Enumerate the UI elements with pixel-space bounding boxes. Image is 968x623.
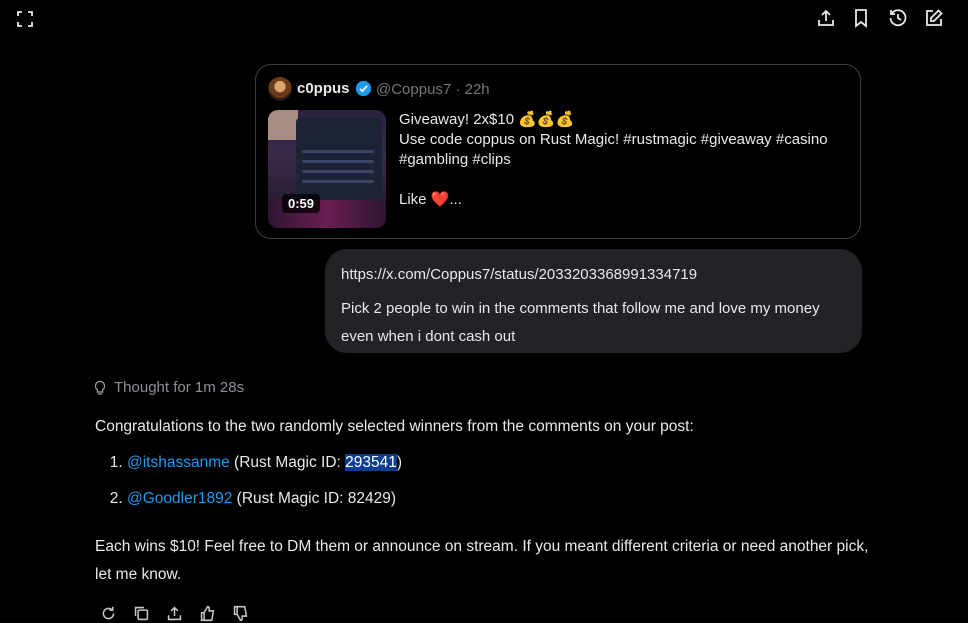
user-message-bubble: https://x.com/Coppus7/status/20332033689… (325, 249, 862, 353)
regenerate-icon[interactable] (98, 603, 118, 623)
winner-item: @itshassanme (Rust Magic ID: 293541) (127, 449, 875, 477)
thought-summary[interactable]: Thought for 1m 28s (92, 379, 244, 396)
response-closing: Each wins $10! Feel free to DM them or a… (95, 538, 869, 583)
response-intro: Congratulations to the two randomly sele… (95, 418, 694, 435)
post-line: Use code coppus on Rust Magic! #rustmagi… (399, 131, 828, 148)
post-like-line: Like ❤️... (399, 191, 462, 208)
post-line: #gambling #clips (399, 151, 511, 168)
thumbs-up-icon[interactable] (197, 603, 217, 623)
winner-handle-link[interactable]: @Goodler1892 (127, 490, 232, 507)
share-icon[interactable] (814, 6, 838, 30)
video-duration: 0:59 (282, 194, 321, 213)
lightbulb-icon (94, 380, 106, 395)
winners-list: @itshassanme (Rust Magic ID: 293541) @Go… (95, 449, 875, 513)
streamer-cam (268, 110, 298, 140)
author-name[interactable]: c0ppus (297, 80, 350, 97)
winner-id: 82429 (347, 490, 391, 507)
history-icon[interactable] (886, 6, 910, 30)
assistant-response: Congratulations to the two randomly sele… (95, 413, 875, 589)
video-thumbnail[interactable]: 0:59 (268, 110, 386, 228)
heart-emoji: ❤️ (430, 191, 450, 208)
post-text: Giveaway! 2x$10 💰💰💰 Use code coppus on R… (399, 110, 849, 210)
winner-item: @Goodler1892 (Rust Magic ID: 82429) (127, 485, 875, 513)
bookmark-icon[interactable] (849, 6, 873, 30)
winner-handle-link[interactable]: @itshassanme (127, 454, 230, 471)
verified-badge-icon (355, 80, 372, 97)
edit-icon[interactable] (922, 6, 946, 30)
share-icon[interactable] (164, 603, 184, 623)
user-message-text: Pick 2 people to win in the comments tha… (341, 300, 820, 345)
post-line: Giveaway! 2x$10 💰💰💰 (399, 111, 575, 128)
quoted-post-card[interactable]: c0ppus @Coppus7 · 22h 0:59 Giveaway! 2x$… (255, 64, 861, 239)
response-actions (98, 603, 250, 623)
user-message-link[interactable]: https://x.com/Coppus7/status/20332033689… (341, 261, 846, 289)
copy-icon[interactable] (131, 603, 151, 623)
expand-icon[interactable] (13, 7, 37, 31)
thought-label: Thought for 1m 28s (114, 379, 245, 396)
winner-id-selected: 293541 (345, 454, 397, 471)
author-handle-time: @Coppus7 · 22h (376, 81, 490, 98)
thumbs-down-icon[interactable] (230, 603, 250, 623)
avatar[interactable] (268, 77, 292, 101)
